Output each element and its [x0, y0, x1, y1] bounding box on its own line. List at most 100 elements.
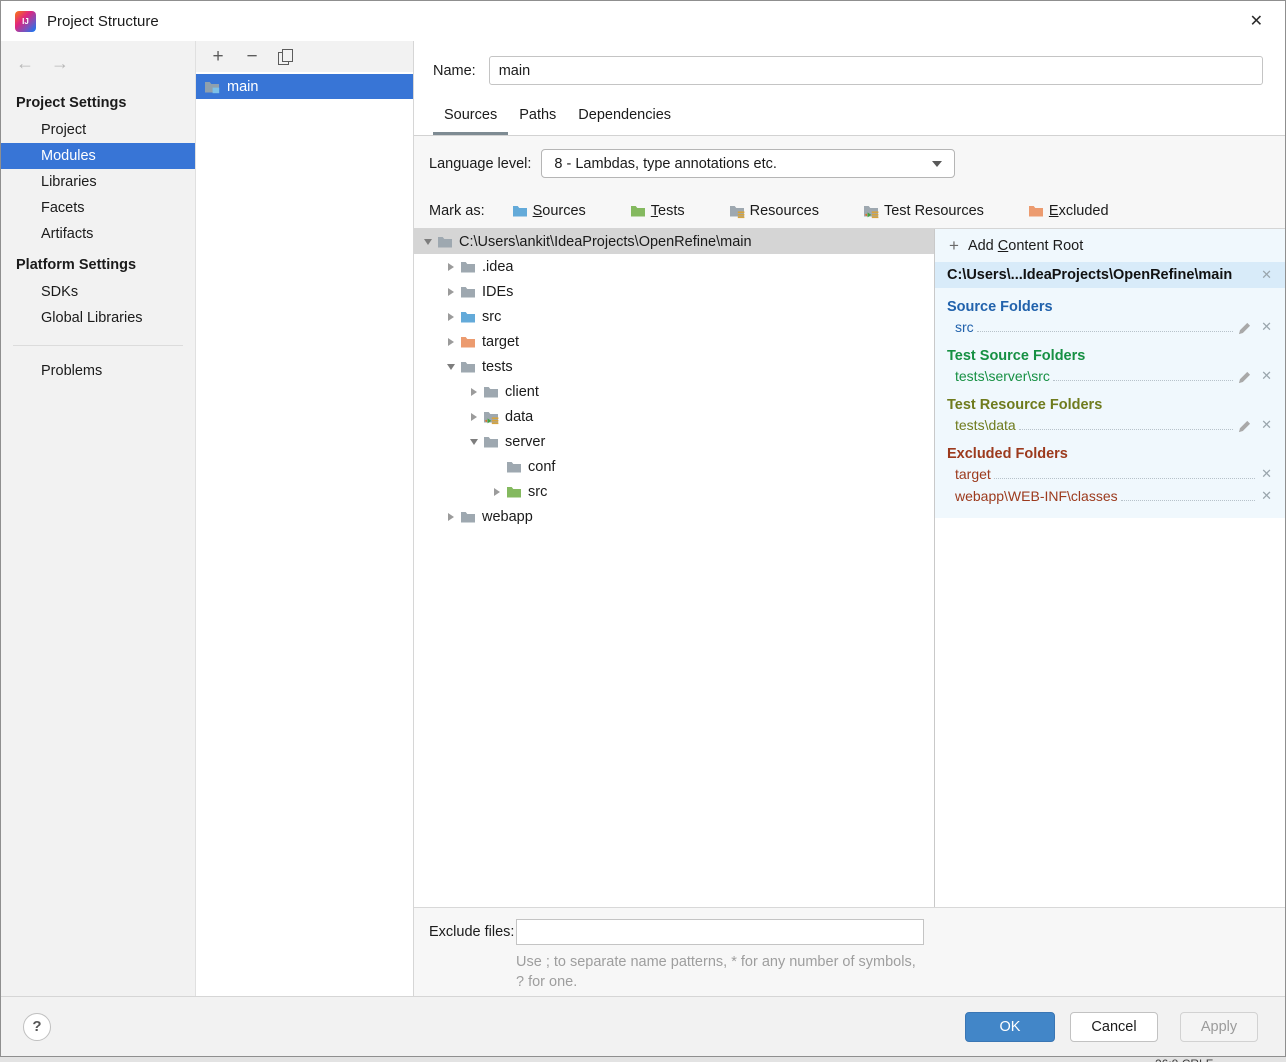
tree-toggle-icon[interactable] [443, 304, 458, 329]
folder-path[interactable]: src [955, 319, 974, 335]
sidebar-entry-label: Project Settings [16, 95, 126, 111]
mark-as-folder-icon [863, 203, 879, 219]
mark-as-folder-icon [1028, 203, 1044, 219]
exclude-files-hint: Use ; to separate name patterns, * for a… [516, 952, 1285, 992]
tree-toggle-icon[interactable] [489, 454, 504, 479]
copy-module-icon[interactable] [278, 49, 292, 64]
remove-content-root-icon[interactable]: ✕ [1260, 267, 1273, 283]
tab[interactable]: Paths [508, 103, 567, 135]
sidebar-entry[interactable]: Problems [1, 358, 195, 384]
module-name: main [227, 79, 258, 95]
remove-folder-icon[interactable]: ✕ [1260, 488, 1273, 504]
sidebar-entry[interactable]: Project [1, 117, 195, 143]
sidebar-entry[interactable]: Libraries [1, 169, 195, 195]
mark-as-option[interactable]: Sources [512, 203, 613, 219]
sidebar-entry[interactable]: Project Settings [1, 89, 195, 117]
folder-path[interactable]: tests\server\src [955, 368, 1050, 384]
close-icon[interactable]: ✕ [1246, 9, 1267, 33]
tree-toggle-icon[interactable] [443, 504, 458, 529]
hint-line-2: ? for one. [516, 972, 1285, 992]
tree-row[interactable]: server [414, 429, 934, 454]
remove-module-button[interactable]: − [242, 47, 262, 66]
tree-toggle-icon[interactable] [466, 429, 481, 454]
module-list-item[interactable]: main [196, 74, 413, 99]
tree-toggle-icon[interactable] [443, 279, 458, 304]
edit-folder-icon[interactable] [1238, 371, 1251, 384]
edit-folder-icon[interactable] [1238, 420, 1251, 433]
folder-path[interactable]: tests\data [955, 417, 1016, 433]
content-root-path: C:\Users\...IdeaProjects\OpenRefine\main [947, 267, 1260, 283]
tree-row[interactable]: C:\Users\ankit\IdeaProjects\OpenRefine\m… [414, 229, 934, 254]
tree-row[interactable]: src [414, 479, 934, 504]
mark-as-option[interactable]: Excluded [1028, 203, 1136, 219]
mark-as-option[interactable]: Tests [630, 203, 712, 219]
help-button[interactable]: ? [23, 1013, 51, 1041]
tree-toggle-icon[interactable] [489, 479, 504, 504]
tab[interactable]: Sources [433, 103, 508, 135]
exclude-files-label: Exclude files: [429, 924, 516, 940]
sidebar-entry[interactable]: Platform Settings [1, 251, 195, 279]
tree-toggle-icon[interactable] [443, 354, 458, 379]
add-content-root-button[interactable]: + Add Content Root [935, 229, 1285, 262]
back-arrow-icon[interactable]: ← [16, 53, 34, 74]
module-name-input[interactable] [489, 56, 1263, 85]
tree-row[interactable]: tests [414, 354, 934, 379]
remove-folder-icon[interactable]: ✕ [1260, 368, 1273, 384]
tree-row[interactable]: client [414, 379, 934, 404]
cancel-button[interactable]: Cancel [1070, 1012, 1158, 1042]
tab-label: Paths [519, 107, 556, 123]
tree-row-label: src [482, 309, 501, 325]
dialog-footer: ? OK Cancel Apply [1, 996, 1285, 1056]
sidebar-entry[interactable]: Global Libraries [1, 305, 195, 331]
remove-folder-icon[interactable]: ✕ [1260, 466, 1273, 482]
add-module-button[interactable]: + [208, 47, 228, 66]
sidebar-entry[interactable]: Facets [1, 195, 195, 221]
tree-row[interactable]: IDEs [414, 279, 934, 304]
mark-as-label: Sources [533, 203, 586, 219]
exclude-files-input[interactable] [516, 919, 924, 945]
ok-button[interactable]: OK [965, 1012, 1055, 1042]
tab[interactable]: Dependencies [567, 103, 682, 135]
tree-row[interactable]: data [414, 404, 934, 429]
sidebar-entry-label: Project [41, 122, 86, 138]
sidebar-entry-label: Global Libraries [41, 310, 143, 326]
apply-button[interactable]: Apply [1180, 1012, 1258, 1042]
mark-as-option[interactable]: Test Resources [863, 203, 1011, 219]
hint-line-1: Use ; to separate name patterns, * for a… [516, 952, 1285, 972]
mark-as-label-caption: Mark as: [429, 203, 485, 219]
folder-category-section: Source Folders src ✕ [935, 299, 1285, 337]
forward-arrow-icon[interactable]: → [51, 53, 69, 74]
tree-toggle-icon[interactable] [466, 404, 481, 429]
tree-row[interactable]: src [414, 304, 934, 329]
folder-icon [506, 459, 522, 475]
mark-as-folder-icon [729, 203, 745, 219]
folder-path[interactable]: webapp\WEB-INF\classes [955, 488, 1118, 504]
sidebar-entry[interactable]: Artifacts [1, 221, 195, 247]
tree-row[interactable]: .idea [414, 254, 934, 279]
tree-row[interactable]: conf [414, 454, 934, 479]
content-root-tree: C:\Users\ankit\IdeaProjects\OpenRefine\m… [414, 229, 934, 907]
sidebar-entry[interactable]: Modules [1, 143, 195, 169]
folder-path[interactable]: target [955, 466, 991, 482]
remove-folder-icon[interactable]: ✕ [1260, 417, 1273, 433]
tree-row[interactable]: target [414, 329, 934, 354]
sidebar-entry-label: Libraries [41, 174, 97, 190]
remove-folder-icon[interactable]: ✕ [1260, 319, 1273, 335]
folder-list: src ✕ [935, 315, 1285, 337]
tree-row[interactable]: webapp [414, 504, 934, 529]
language-level-value: 8 - Lambdas, type annotations etc. [554, 156, 932, 172]
tree-toggle-icon[interactable] [466, 379, 481, 404]
tree-toggle-icon[interactable] [443, 254, 458, 279]
background-app-strip: 26:8 CRLF [0, 1057, 1286, 1062]
folder-entry: src ✕ [935, 315, 1285, 337]
language-level-select[interactable]: 8 - Lambdas, type annotations etc. [541, 149, 955, 178]
folder-icon [483, 434, 499, 450]
tree-toggle-icon[interactable] [443, 329, 458, 354]
sidebar-entry[interactable] [13, 345, 183, 346]
tree-toggle-icon[interactable] [420, 229, 435, 254]
title-bar: IJ Project Structure ✕ [1, 1, 1285, 41]
sidebar-entry[interactable]: SDKs [1, 279, 195, 305]
mark-as-option[interactable]: Resources [729, 203, 846, 219]
edit-folder-icon[interactable] [1238, 322, 1251, 335]
mark-as-label: Test Resources [884, 203, 984, 219]
